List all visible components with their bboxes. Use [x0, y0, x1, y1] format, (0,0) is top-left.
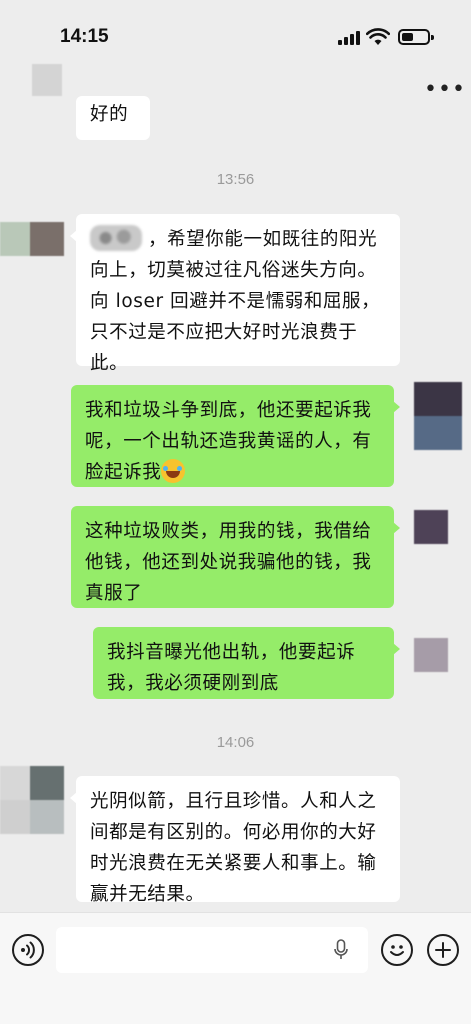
more-horizontal-icon[interactable]: ••• — [424, 79, 465, 101]
status-bar: 14:15 — [0, 0, 471, 64]
chat-timestamp: 13:56 — [216, 171, 255, 188]
message-bubble-self[interactable]: 我抖音曝光他出轨，他要起诉我，我必须硬刚到底 — [93, 627, 400, 699]
microphone-icon[interactable] — [334, 939, 348, 961]
contact-avatar[interactable] — [0, 222, 64, 256]
plus-icon[interactable] — [427, 934, 459, 966]
self-avatar[interactable] — [414, 638, 448, 672]
message-bubble-self[interactable]: 我和垃圾斗争到底，他还要起诉我呢，一个出轨还造我黄谣的人，有脸起诉我 — [71, 385, 400, 487]
message-bubble[interactable]: ，希望你能一如既往的阳光向上，切莫被过往凡俗迷失方向。向 loser 回避并不是… — [70, 214, 400, 374]
message-text: 好的 — [90, 104, 129, 125]
message-text: 这种垃圾败类，用我的钱，我借给他钱，他还到处说我骗他的钱，我真服了 — [85, 521, 372, 604]
contact-avatar[interactable] — [32, 64, 62, 96]
blurred-sticker-image — [90, 225, 142, 251]
self-avatar[interactable] — [414, 382, 462, 450]
message-bubble-self[interactable]: 这种垃圾败类，用我的钱，我借给他钱，他还到处说我骗他的钱，我真服了 — [71, 506, 400, 608]
message-text: 光阴似箭，且行且珍惜。人和人之间都是有区别的。何必用你的大好时光浪费在无关紧要人… — [90, 791, 377, 905]
cellular-signal-icon — [338, 30, 360, 45]
self-avatar[interactable] — [414, 510, 448, 544]
message-text: 我和垃圾斗争到底，他还要起诉我呢，一个出轨还造我黄谣的人，有脸起诉我 — [85, 400, 372, 483]
emoji-icon[interactable] — [381, 934, 413, 966]
wifi-icon — [366, 28, 390, 45]
voice-mode-icon[interactable] — [12, 934, 44, 966]
battery-icon — [398, 29, 434, 45]
chat-input-bar — [0, 912, 471, 1024]
message-text: 我抖音曝光他出轨，他要起诉我，我必须硬刚到底 — [107, 642, 356, 694]
rolling-on-floor-laughing-emoji-icon — [161, 459, 186, 483]
contact-avatar[interactable] — [0, 766, 64, 834]
message-bubble-partial[interactable]: 好的 — [76, 96, 150, 140]
message-bubble[interactable]: 光阴似箭，且行且珍惜。人和人之间都是有区别的。何必用你的大好时光浪费在无关紧要人… — [70, 776, 400, 905]
chat-timestamp: 14:06 — [216, 734, 255, 751]
message-input[interactable] — [56, 927, 368, 973]
status-time: 14:15 — [60, 26, 109, 47]
